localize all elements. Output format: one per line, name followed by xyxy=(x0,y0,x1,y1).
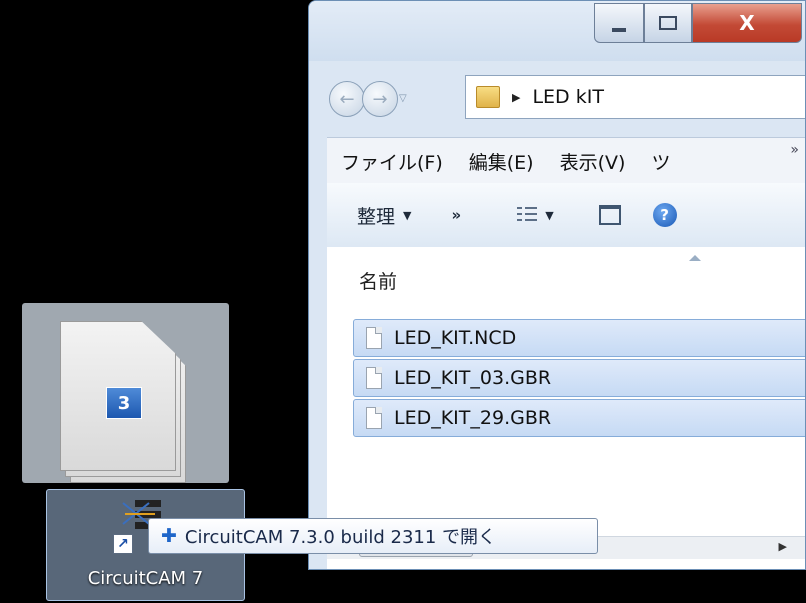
file-icon xyxy=(366,407,382,429)
preview-pane-icon[interactable] xyxy=(598,205,621,225)
plus-icon: ✚ xyxy=(161,525,177,547)
drag-preview: 3 xyxy=(22,303,229,483)
forward-button[interactable]: → xyxy=(362,81,398,117)
organize-label: 整理 xyxy=(357,205,396,228)
file-row[interactable]: LED_KIT_29.GBR xyxy=(353,399,805,437)
breadcrumb-arrow-icon[interactable]: ▶ xyxy=(512,91,520,104)
file-row[interactable]: LED_KIT.NCD xyxy=(353,319,805,357)
file-name: LED_KIT_03.GBR xyxy=(394,367,552,389)
title-bar: X xyxy=(309,1,805,61)
menu-bar: ファイル(F) 編集(E) 表示(V) ツ » xyxy=(327,137,805,184)
more-commands-button[interactable]: » xyxy=(451,206,461,224)
dropdown-arrow-icon: ▼ xyxy=(403,208,412,222)
shortcut-arrow-icon: ↗ xyxy=(113,534,133,554)
file-icon xyxy=(366,367,382,389)
shortcut-label: CircuitCAM 7 xyxy=(87,568,204,589)
column-header-name[interactable]: 名前 xyxy=(359,267,397,294)
file-icon xyxy=(366,327,382,349)
minimize-icon xyxy=(612,28,626,32)
organize-button[interactable]: 整理 ▼ xyxy=(357,202,411,229)
address-bar[interactable]: ▶ LED kIT xyxy=(465,75,805,119)
drop-action-tooltip: ✚ CircuitCAM 7.3.0 build 2311 で開く xyxy=(148,518,598,554)
scroll-right-icon[interactable]: ▶ xyxy=(779,540,787,553)
menu-view[interactable]: 表示(V) xyxy=(546,148,638,175)
menu-tools[interactable]: ツ xyxy=(637,148,682,175)
command-bar: 整理 ▼ » ▼ ? xyxy=(327,183,805,248)
explorer-window: X ← → ▽ ▶ LED kIT ファイル(F) 編集(E) 表示(V) ツ … xyxy=(308,0,806,570)
file-row[interactable]: LED_KIT_03.GBR xyxy=(353,359,805,397)
sort-ascending-icon xyxy=(689,255,701,261)
minimize-button[interactable] xyxy=(594,3,644,43)
close-button[interactable]: X xyxy=(692,3,802,43)
dropdown-arrow-icon: ▼ xyxy=(545,208,554,222)
drag-count-badge: 3 xyxy=(106,387,142,419)
folder-icon xyxy=(476,86,500,108)
details-view-icon xyxy=(517,207,538,223)
maximize-icon xyxy=(659,16,677,30)
tooltip-text: CircuitCAM 7.3.0 build 2311 で開く xyxy=(184,527,497,548)
file-name: LED_KIT_29.GBR xyxy=(394,407,552,429)
views-button[interactable]: ▼ xyxy=(517,207,554,223)
back-button[interactable]: ← xyxy=(329,81,365,117)
breadcrumb-folder[interactable]: LED kIT xyxy=(532,86,603,108)
recent-pages-chevron-icon[interactable]: ▽ xyxy=(399,93,407,104)
menu-overflow-icon[interactable]: » xyxy=(790,142,799,158)
back-arrow-icon: ← xyxy=(339,88,355,110)
forward-arrow-icon: → xyxy=(372,88,388,110)
help-icon[interactable]: ? xyxy=(652,203,677,227)
maximize-button[interactable] xyxy=(644,3,692,43)
menu-file[interactable]: ファイル(F) xyxy=(327,148,455,175)
file-name: LED_KIT.NCD xyxy=(394,327,517,349)
menu-edit[interactable]: 編集(E) xyxy=(455,148,546,175)
navigation-bar: ← → ▽ ▶ LED kIT xyxy=(309,65,805,129)
